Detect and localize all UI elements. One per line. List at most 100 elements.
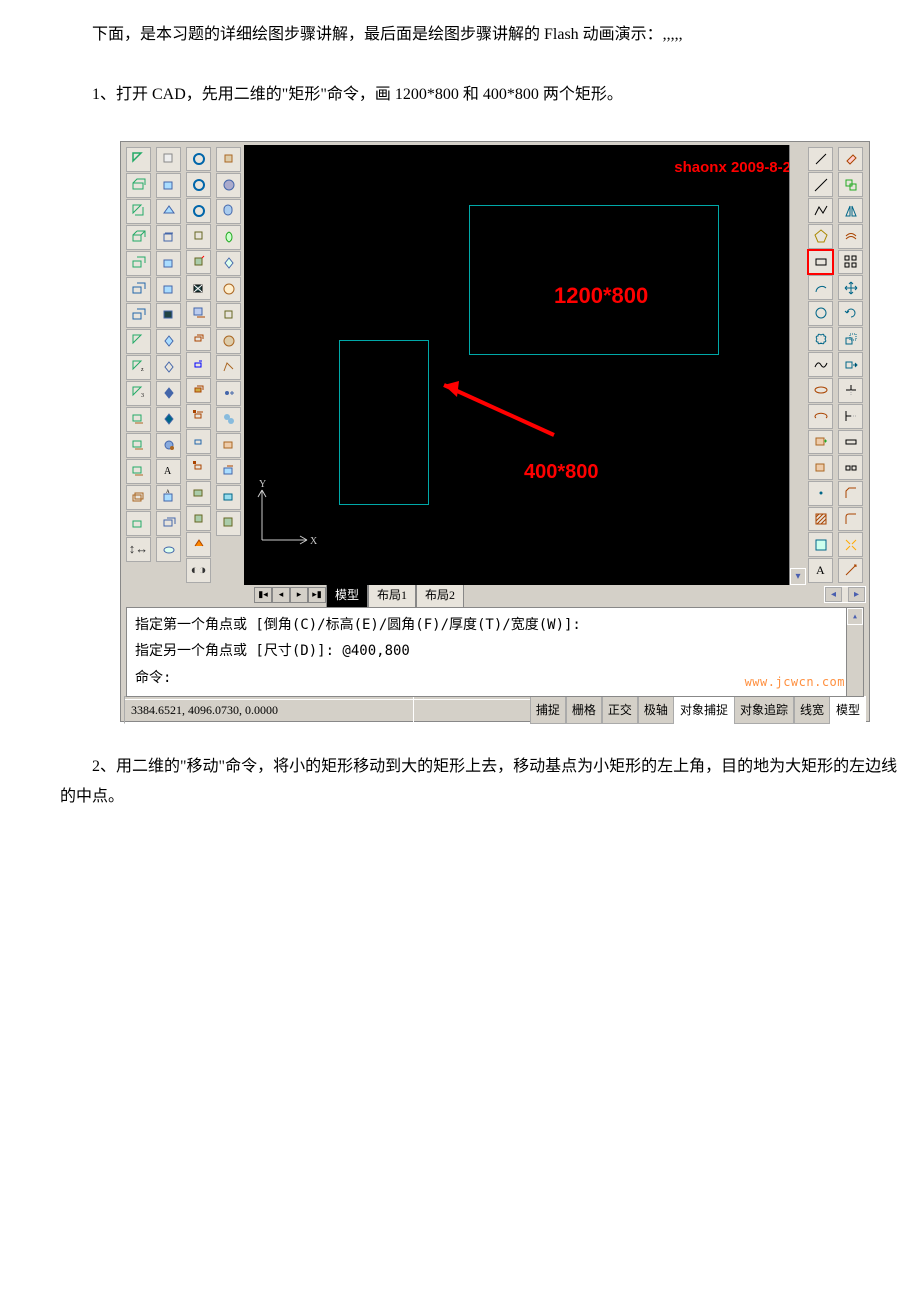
tool-l1-4[interactable] xyxy=(126,225,151,250)
extend-tool[interactable] xyxy=(838,404,863,429)
tool-l2-14[interactable]: A xyxy=(156,485,181,510)
tool-l4-1[interactable] xyxy=(216,147,241,172)
tool-l3-9[interactable] xyxy=(186,352,211,377)
mirror-tool[interactable] xyxy=(838,198,863,223)
tool-l1-9[interactable]: z xyxy=(126,355,151,380)
otrack-toggle[interactable]: 对象追踪 xyxy=(734,696,794,725)
array-tool[interactable] xyxy=(838,250,863,275)
lwt-toggle[interactable]: 线宽 xyxy=(794,696,830,725)
offset-tool[interactable] xyxy=(838,224,863,249)
tool-l1-13[interactable] xyxy=(126,459,151,484)
tool-l2-12[interactable] xyxy=(156,433,181,458)
tool-l2-8[interactable] xyxy=(156,329,181,354)
tool-l2-6[interactable] xyxy=(156,277,181,302)
tool-l4-14[interactable] xyxy=(216,485,241,510)
point-tool[interactable] xyxy=(808,481,833,506)
tool-l3-12[interactable] xyxy=(186,429,211,454)
cmd-scroll-up-icon[interactable]: ▴ xyxy=(847,608,863,625)
tool-l2-16[interactable] xyxy=(156,537,181,562)
tool-l2-5[interactable] xyxy=(156,251,181,276)
ellipse-tool[interactable] xyxy=(808,378,833,403)
region-tool[interactable] xyxy=(808,532,833,557)
tool-l4-9[interactable] xyxy=(216,355,241,380)
tool-l1-8[interactable] xyxy=(126,329,151,354)
osnap-toggle[interactable]: 对象捕捉 xyxy=(674,696,734,725)
text-tool[interactable]: A xyxy=(808,558,833,583)
tool-l2-13[interactable]: A xyxy=(156,459,181,484)
tool-l3-14[interactable] xyxy=(186,481,211,506)
cmd-scrollbar[interactable]: ▴ xyxy=(846,608,863,696)
tool-l1-15[interactable] xyxy=(126,511,151,536)
tool-l3-5[interactable] xyxy=(186,250,211,275)
stretch-tool[interactable] xyxy=(838,352,863,377)
tool-l1-5[interactable] xyxy=(126,251,151,276)
scrollbar-horizontal[interactable]: ◂ ▸ xyxy=(824,586,866,603)
tool-l3-8[interactable] xyxy=(186,327,211,352)
scroll-down-icon[interactable]: ▾ xyxy=(790,568,806,585)
line-tool[interactable] xyxy=(808,147,833,172)
tool-l1-2[interactable] xyxy=(126,173,151,198)
tool-l3-4[interactable] xyxy=(186,224,211,249)
trim-tool[interactable] xyxy=(838,378,863,403)
tool-l3-13[interactable] xyxy=(186,455,211,480)
tool-l4-2[interactable] xyxy=(216,173,241,198)
break-tool[interactable] xyxy=(838,430,863,455)
tool-l4-5[interactable] xyxy=(216,251,241,276)
tool-l2-11[interactable] xyxy=(156,407,181,432)
tool-l4-6[interactable] xyxy=(216,277,241,302)
tab-last-icon[interactable]: ▸▮ xyxy=(308,587,326,603)
tool-l2-9[interactable] xyxy=(156,355,181,380)
spline-tool[interactable] xyxy=(808,352,833,377)
tool-l1-10[interactable]: 3 xyxy=(126,381,151,406)
hatch-tool[interactable] xyxy=(808,507,833,532)
tool-l1-7[interactable] xyxy=(126,303,151,328)
tool-l4-11[interactable] xyxy=(216,407,241,432)
tool-l1-6[interactable] xyxy=(126,277,151,302)
help-tool[interactable] xyxy=(838,558,863,583)
tool-l3-7[interactable] xyxy=(186,301,211,326)
tab-layout2[interactable]: 布局2 xyxy=(416,582,464,608)
tool-l1-11[interactable] xyxy=(126,407,151,432)
drawing-canvas[interactable]: shaonx 2009-8-2 1200*800 400*800 X Y ▾ xyxy=(244,145,806,585)
tab-prev-icon[interactable]: ◂ xyxy=(272,587,290,603)
tool-l2-2[interactable] xyxy=(156,173,181,198)
chamfer-tool[interactable] xyxy=(838,481,863,506)
arc-tool[interactable] xyxy=(808,275,833,300)
tool-l3-2[interactable] xyxy=(186,172,211,197)
tool-l1-3[interactable] xyxy=(126,199,151,224)
tool-l4-4[interactable] xyxy=(216,225,241,250)
tab-first-icon[interactable]: ▮◂ xyxy=(254,587,272,603)
copy-tool[interactable] xyxy=(838,172,863,197)
rectangle-tool[interactable] xyxy=(808,250,833,275)
tool-l3-1[interactable] xyxy=(186,147,211,172)
tool-l3-16[interactable] xyxy=(186,532,211,557)
tool-l2-10[interactable] xyxy=(156,381,181,406)
tool-l2-1[interactable] xyxy=(156,147,181,172)
ellipse-arc-tool[interactable] xyxy=(808,404,833,429)
tool-l4-13[interactable] xyxy=(216,459,241,484)
tool-l4-7[interactable] xyxy=(216,303,241,328)
scroll-left-icon[interactable]: ◂ xyxy=(825,587,842,602)
move-tool[interactable] xyxy=(838,275,863,300)
xline-tool[interactable] xyxy=(808,172,833,197)
tool-l4-3[interactable] xyxy=(216,199,241,224)
scale-tool[interactable] xyxy=(838,327,863,352)
revcloud-tool[interactable] xyxy=(808,327,833,352)
tool-l1-1[interactable] xyxy=(126,147,151,172)
tool-l1-12[interactable] xyxy=(126,433,151,458)
tool-l1-14[interactable] xyxy=(126,485,151,510)
fillet-tool[interactable] xyxy=(838,507,863,532)
tool-l1-16[interactable]: ↕↔ xyxy=(126,537,151,562)
tool-l3-3[interactable] xyxy=(186,198,211,223)
break2-tool[interactable] xyxy=(838,455,863,480)
erase-tool[interactable] xyxy=(838,147,863,172)
tab-model[interactable]: 模型 xyxy=(326,582,368,608)
tool-l4-8[interactable] xyxy=(216,329,241,354)
circle-tool[interactable] xyxy=(808,301,833,326)
tab-next-icon[interactable]: ▸ xyxy=(290,587,308,603)
scroll-right-icon[interactable]: ▸ xyxy=(848,587,865,602)
polar-toggle[interactable]: 极轴 xyxy=(638,696,674,725)
tool-l4-10[interactable] xyxy=(216,381,241,406)
insert-block-tool[interactable] xyxy=(808,430,833,455)
ortho-toggle[interactable]: 正交 xyxy=(602,696,638,725)
